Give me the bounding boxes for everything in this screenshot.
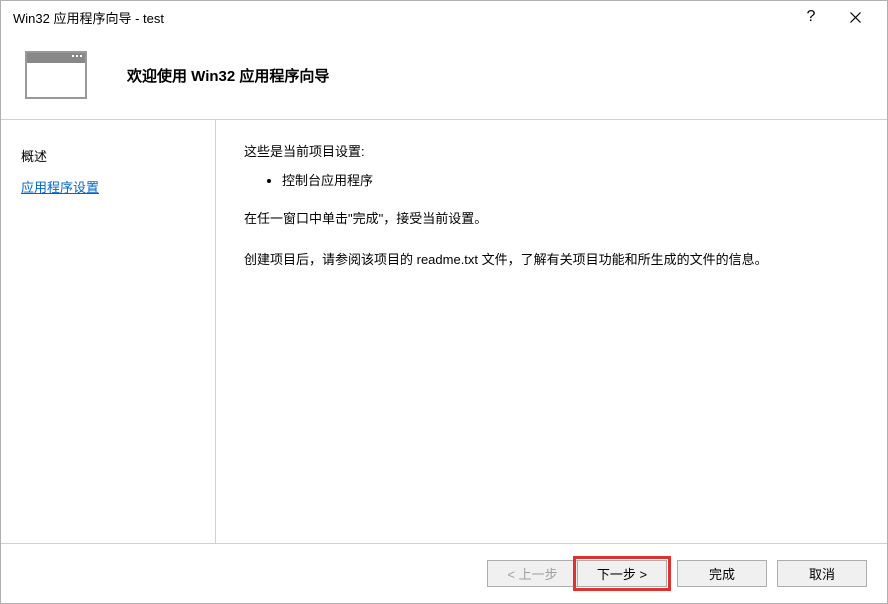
close-icon — [850, 12, 861, 23]
finish-button[interactable]: 完成 — [677, 560, 767, 587]
next-button[interactable]: 下一步 > — [577, 560, 667, 587]
page-title: 欢迎使用 Win32 应用程序向导 — [127, 65, 329, 86]
titlebar: Win32 应用程序向导 - test ? — [1, 1, 887, 33]
nav-button-group: < 上一步 下一步 > — [487, 560, 667, 587]
list-item: 控制台应用程序 — [282, 169, 859, 192]
main-panel: 这些是当前项目设置: 控制台应用程序 在任一窗口中单击"完成"，接受当前设置。 … — [216, 120, 887, 543]
close-button[interactable] — [833, 2, 877, 32]
settings-bullet-list: 控制台应用程序 — [244, 169, 859, 192]
app-window-icon — [25, 51, 87, 99]
sidebar: 概述 应用程序设置 — [1, 120, 216, 543]
sidebar-item-app-settings[interactable]: 应用程序设置 — [21, 171, 195, 202]
instruction-text-1: 在任一窗口中单击"完成"，接受当前设置。 — [244, 207, 859, 230]
footer-button-bar: < 上一步 下一步 > 完成 取消 — [1, 543, 887, 603]
previous-button: < 上一步 — [487, 560, 577, 587]
window-title: Win32 应用程序向导 - test — [13, 8, 789, 27]
intro-text: 这些是当前项目设置: — [244, 140, 859, 163]
sidebar-item-overview[interactable]: 概述 — [21, 140, 195, 171]
wizard-window: Win32 应用程序向导 - test ? 欢迎使用 Win32 应用程序向导 … — [0, 0, 888, 604]
instruction-text-2: 创建项目后，请参阅该项目的 readme.txt 文件，了解有关项目功能和所生成… — [244, 248, 859, 271]
header-area: 欢迎使用 Win32 应用程序向导 — [1, 33, 887, 119]
help-button[interactable]: ? — [789, 2, 833, 32]
content-area: 概述 应用程序设置 这些是当前项目设置: 控制台应用程序 在任一窗口中单击"完成… — [1, 119, 887, 543]
cancel-button[interactable]: 取消 — [777, 560, 867, 587]
